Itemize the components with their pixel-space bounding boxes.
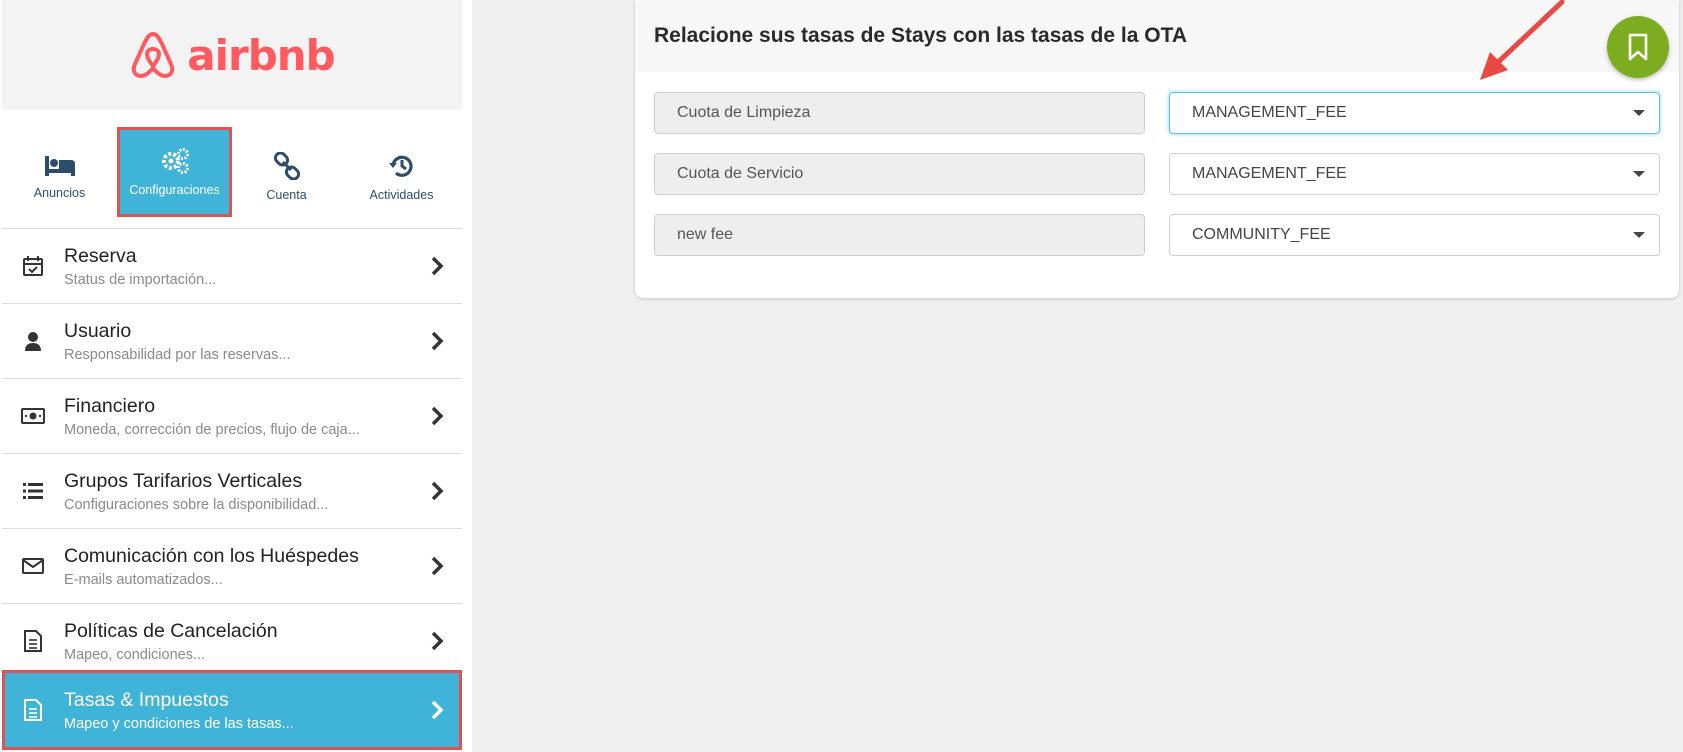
menu-text: Políticas de Cancelación Mapeo, condicio… [64,620,412,663]
stays-fee-field: Cuota de Servicio [654,153,1145,195]
envelope-icon [2,558,64,574]
menu-text: Tasas & Impuestos Mapeo y condiciones de… [64,689,412,732]
chevron-right-icon [412,256,462,276]
ota-fee-select[interactable]: MANAGEMENT_FEE [1169,92,1660,134]
menu-subtitle: Responsabilidad por las reservas... [64,346,291,363]
menu-text: Grupos Tarifarios Verticales Configuraci… [64,470,412,513]
menu-title: Tasas & Impuestos [64,688,229,711]
tab-configuraciones[interactable]: Configuraciones [117,127,232,217]
list-icon [2,482,64,500]
tab-label: Cuenta [266,188,307,202]
ota-fee-select[interactable]: MANAGEMENT_FEE [1169,153,1660,195]
menu-text: Usuario Responsabilidad por las reservas… [64,320,412,363]
tab-cuenta[interactable]: Cuenta [229,128,344,226]
menu-text: Reserva Status de importación... [64,245,412,288]
sidebar-item-comunicacion[interactable]: Comunicación con los Huéspedes E-mails a… [2,529,462,603]
menu-subtitle: Mapeo, condiciones... [64,646,206,663]
stays-fee-field: Cuota de Limpieza [654,92,1145,134]
document-icon [2,699,64,721]
bed-icon [44,156,75,176]
annotation-arrow-icon [1480,0,1565,80]
menu-text: Financiero Moneda, corrección de precios… [64,395,412,438]
brand-name: airbnb [187,30,335,80]
menu-title: Comunicación con los Huéspedes [64,544,359,567]
menu-title: Usuario [64,319,132,342]
chevron-right-icon [412,331,462,351]
menu-subtitle: Mapeo y condiciones de las tasas... [64,715,294,732]
menu-subtitle: Configuraciones sobre la disponibilidad.… [64,496,329,513]
user-icon [2,331,64,351]
sidebar: airbnb Anuncios Configuraciones Cuenta A… [2,0,462,752]
history-icon [388,155,413,177]
ota-fee-select[interactable]: COMMUNITY_FEE [1169,214,1660,256]
save-bookmark-button[interactable] [1607,16,1669,78]
menu-subtitle: E-mails automatizados... [64,571,223,588]
menu-subtitle: Moneda, corrección de precios, flujo de … [64,421,360,438]
menu-subtitle: Status de importación... [64,271,217,288]
airbnb-logo: airbnb [129,30,336,80]
fee-row: Cuota de Limpieza MANAGEMENT_FEE [654,92,1660,134]
fee-row: new fee COMMUNITY_FEE [654,214,1660,256]
menu-text: Comunicación con los Huéspedes E-mails a… [64,545,412,588]
menu-title: Financiero [64,394,156,417]
caret-down-icon [1633,171,1645,177]
tab-label: Configuraciones [129,183,220,197]
menu-title: Políticas de Cancelación [64,619,278,642]
chevron-right-icon [412,631,462,651]
sidebar-item-politicas-cancelacion[interactable]: Políticas de Cancelación Mapeo, condicio… [2,604,462,678]
sidebar-item-reserva[interactable]: Reserva Status de importación... [2,229,462,303]
tab-label: Anuncios [33,186,86,200]
gears-icon [161,148,189,174]
tab-anuncios[interactable]: Anuncios [2,128,117,226]
page: airbnb Anuncios Configuraciones Cuenta A… [0,0,1683,752]
tab-label: Actividades [369,188,434,202]
chevron-right-icon [412,700,462,720]
caret-down-icon [1633,110,1645,116]
calendar-check-icon [2,255,64,277]
sidebar-item-tasas-impuestos[interactable]: Tasas & Impuestos Mapeo y condiciones de… [2,670,462,750]
caret-down-icon [1633,232,1645,238]
select-value: COMMUNITY_FEE [1192,226,1331,243]
sidebar-item-financiero[interactable]: Financiero Moneda, corrección de precios… [2,379,462,453]
chevron-right-icon [412,556,462,576]
airbnb-belo-icon [132,32,175,78]
card-title: Relacione sus tasas de Stays con las tas… [654,24,1188,47]
bookmark-icon [1628,33,1648,61]
main-content: Relacione sus tasas de Stays con las tas… [472,0,1683,752]
select-value: MANAGEMENT_FEE [1192,104,1347,121]
menu-title: Reserva [64,244,137,267]
top-tabs: Anuncios Configuraciones Cuenta Activida… [2,127,462,226]
fee-row: Cuota de Servicio MANAGEMENT_FEE [654,153,1660,195]
tab-actividades[interactable]: Actividades [344,128,459,226]
chevron-right-icon [412,406,462,426]
select-value: MANAGEMENT_FEE [1192,165,1347,182]
stays-fee-field: new fee [654,214,1145,256]
money-bill-icon [2,408,64,424]
menu-title: Grupos Tarifarios Verticales [64,469,303,492]
chevron-right-icon [412,481,462,501]
logo-area: airbnb [2,0,462,110]
sidebar-item-usuario[interactable]: Usuario Responsabilidad por las reservas… [2,304,462,378]
sidebar-item-grupos-tarifarios[interactable]: Grupos Tarifarios Verticales Configuraci… [2,454,462,528]
link-icon [273,152,300,180]
document-icon [2,630,64,652]
